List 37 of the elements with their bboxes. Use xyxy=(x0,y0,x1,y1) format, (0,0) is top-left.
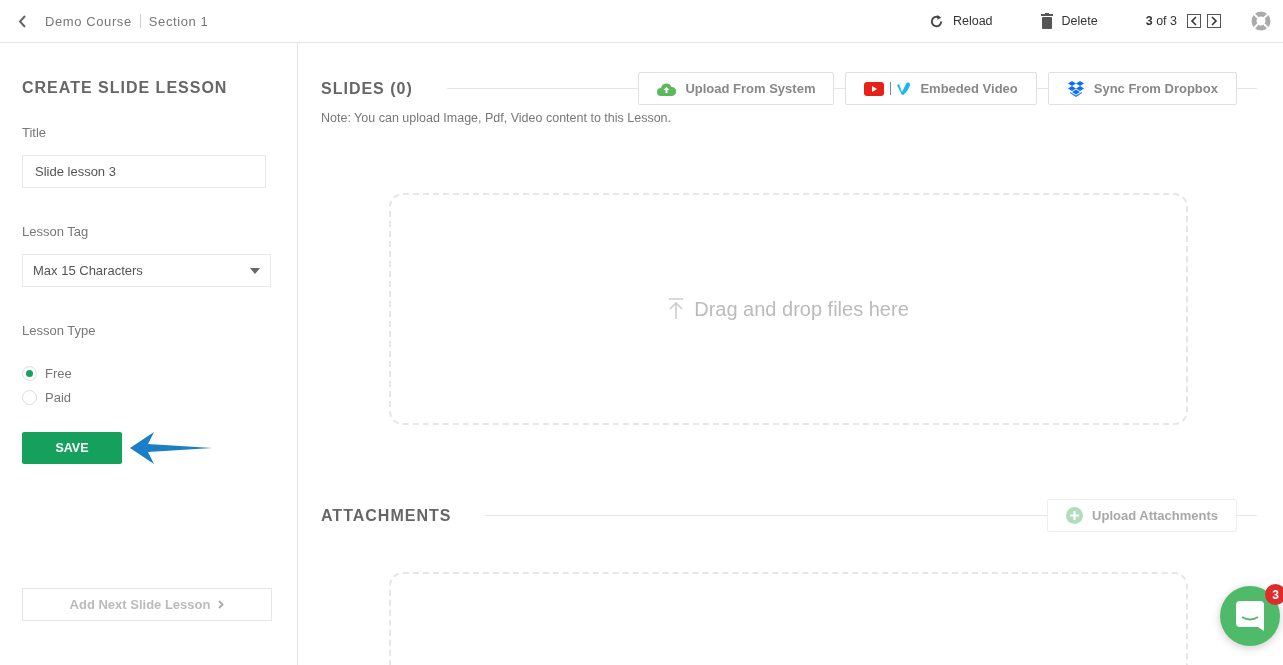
section-title: SLIDES (0) xyxy=(321,79,447,98)
previous-button[interactable] xyxy=(1187,14,1201,28)
chat-icon xyxy=(1236,601,1264,631)
trash-icon xyxy=(1040,13,1053,29)
notification-badge: 3 xyxy=(1265,584,1283,605)
chevron-left-icon xyxy=(1190,16,1198,26)
tag-select[interactable]: Max 15 Characters xyxy=(22,254,271,287)
video-icons-drawing xyxy=(864,81,912,96)
reload-button[interactable]: Reload xyxy=(928,13,993,29)
cloud-upload-icon xyxy=(657,81,677,96)
title-input[interactable]: Slide lesson 3 xyxy=(22,155,266,188)
breadcrumb-item[interactable]: Demo Course xyxy=(45,13,132,29)
upload-icon xyxy=(668,298,685,320)
chat-button[interactable] xyxy=(1220,586,1280,646)
field-label: Lesson Tag xyxy=(22,224,90,239)
chevron-right-icon xyxy=(1210,16,1218,26)
back-icon[interactable] xyxy=(18,14,27,28)
radio-label[interactable]: Free xyxy=(45,366,72,381)
radio-label[interactable]: Paid xyxy=(45,390,72,405)
delete-button[interactable]: Delete xyxy=(1040,13,1098,29)
dropzone-text: Drag and drop files here xyxy=(694,297,909,321)
next-button[interactable] xyxy=(1207,14,1221,28)
dropdown-caret-icon xyxy=(250,267,260,274)
plus-circle-icon xyxy=(1066,507,1084,524)
dropbox-button[interactable]: Sync From Dropbox xyxy=(1047,72,1237,105)
upload-note: Note: You can upload Image, Pdf, Video content to this Lesson. xyxy=(321,111,673,125)
save-button[interactable]: SAVE xyxy=(22,432,122,464)
upload-button[interactable]: Upload From System xyxy=(638,72,835,105)
page-counter: 3 of 3 xyxy=(1145,14,1177,28)
field-label: Lesson Type xyxy=(22,323,97,338)
reload-icon xyxy=(928,13,944,29)
chevron-right-icon xyxy=(218,600,225,609)
embed-video-button[interactable]: Embeded Video xyxy=(845,72,1037,105)
breadcrumb-item[interactable]: Section 1 xyxy=(148,13,209,29)
panel-title: CREATE SLIDE LESSON xyxy=(22,79,229,97)
field-label: Title xyxy=(22,125,48,140)
dropbox-icon xyxy=(1066,80,1085,97)
